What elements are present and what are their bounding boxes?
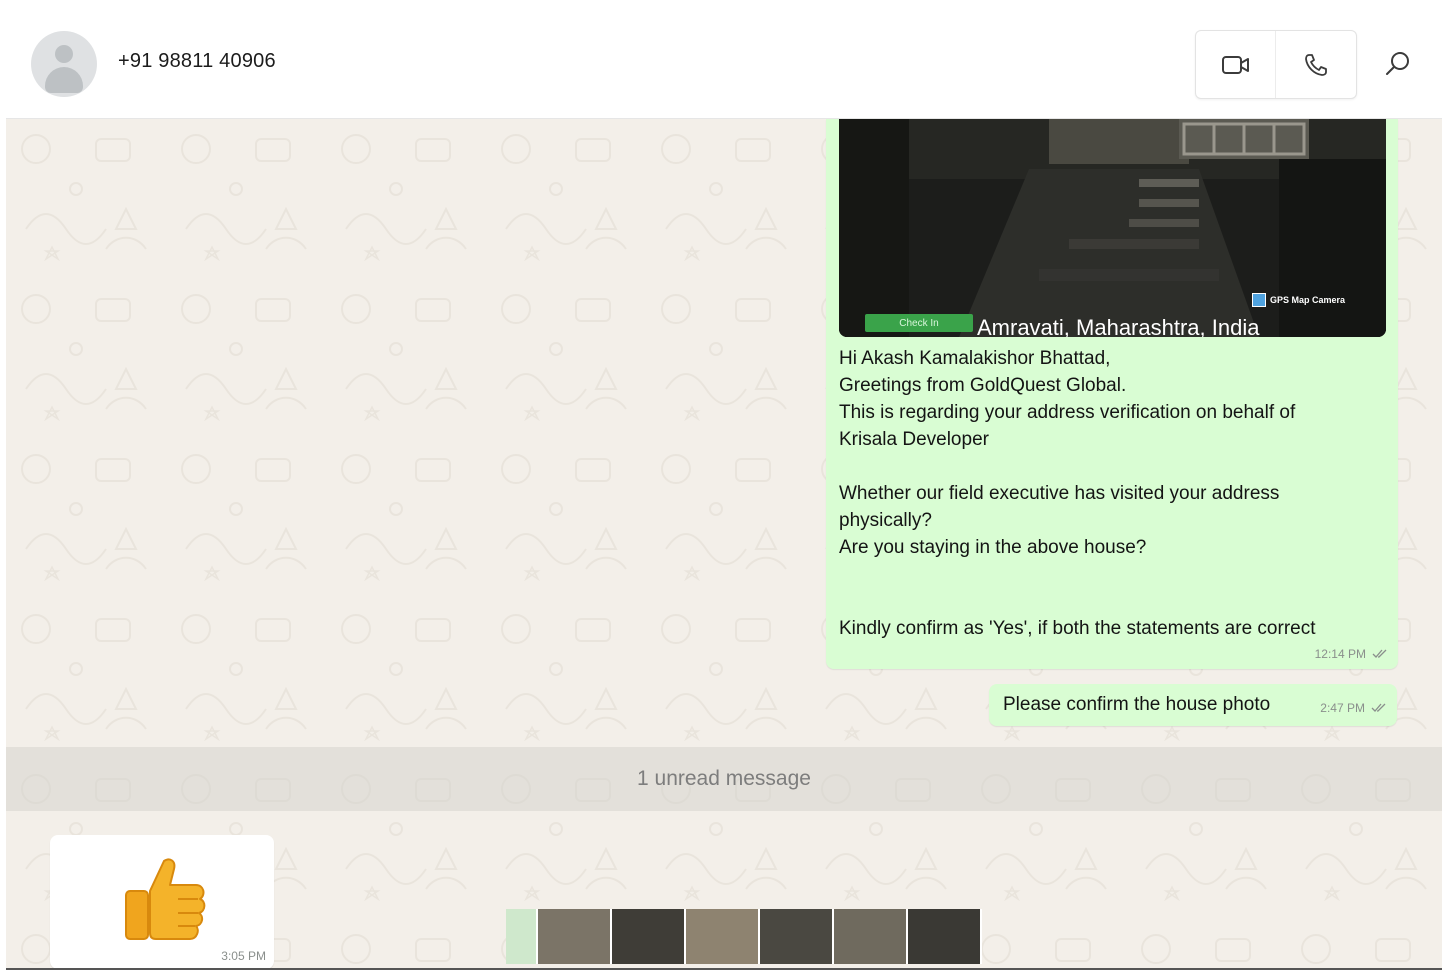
message-line: Whether our field executive has visited … [839, 483, 1280, 504]
check-in-label: Check In [865, 314, 973, 332]
unread-messages-divider: 1 unread message [6, 747, 1442, 811]
chat-window: +91 98811 40906 Check In GPS Map Camera … [6, 8, 1442, 970]
contact-avatar-icon[interactable] [31, 31, 97, 97]
video-camera-icon [1221, 55, 1249, 74]
media-thumbnail[interactable] [506, 909, 538, 964]
double-check-icon [1371, 703, 1386, 712]
outgoing-message-text: Hi Akash Kamalakishor Bhattad, Greetings… [839, 345, 1384, 642]
media-thumbnail[interactable] [908, 909, 982, 964]
message-time: 3:05 PM [221, 949, 266, 963]
outgoing-text-message[interactable]: Please confirm the house photo 2:47 PM [989, 684, 1397, 726]
contact-name[interactable]: +91 98811 40906 [118, 50, 276, 73]
message-time: 2:47 PM [1320, 701, 1365, 715]
gps-map-camera-icon [1252, 293, 1266, 307]
message-time: 12:14 PM [1314, 647, 1366, 661]
chat-header: +91 98811 40906 [6, 8, 1442, 119]
message-line: Greetings from GoldQuest Global. [839, 375, 1127, 396]
media-thumbnail[interactable] [538, 909, 612, 964]
avatar-body-shape [45, 67, 83, 93]
message-meta: 3:05 PM [221, 949, 266, 963]
message-line: This is regarding your address verificat… [839, 402, 1296, 423]
media-thumbnail[interactable] [760, 909, 834, 964]
message-line: Hi Akash Kamalakishor Bhattad, [839, 348, 1111, 369]
message-line: physically? [839, 510, 932, 531]
message-line: Krisala Developer [839, 429, 989, 450]
gps-map-camera-tag: GPS Map Camera [1252, 293, 1345, 307]
thumbs-up-emoji-icon [125, 858, 206, 940]
photo-location-caption: Amravati, Maharashtra, India [977, 315, 1260, 337]
media-thumbnail-strip [506, 909, 982, 964]
double-check-icon [1372, 649, 1387, 658]
message-line: Are you staying in the above house? [839, 537, 1147, 558]
chat-messages-area[interactable]: Check In GPS Map Camera Amravati, Mahara… [6, 119, 1442, 968]
voice-call-button[interactable] [1276, 31, 1355, 98]
media-thumbnail[interactable] [686, 909, 760, 964]
video-call-button[interactable] [1196, 31, 1276, 98]
avatar-head-shape [55, 45, 73, 63]
call-buttons-group [1195, 30, 1357, 99]
gps-map-camera-label: GPS Map Camera [1270, 295, 1346, 305]
phone-icon [1304, 53, 1327, 76]
house-photo[interactable]: Check In GPS Map Camera Amravati, Mahara… [839, 119, 1386, 337]
unread-count-label: 1 unread message [637, 767, 811, 790]
search-button[interactable] [1378, 44, 1418, 84]
message-line: Kindly confirm as 'Yes', if both the sta… [839, 618, 1316, 639]
message-text: Please confirm the house photo [1003, 694, 1271, 715]
search-icon [1386, 52, 1409, 75]
media-thumbnail[interactable] [834, 909, 908, 964]
message-meta: 12:14 PM [1315, 647, 1388, 661]
media-thumbnail[interactable] [612, 909, 686, 964]
outgoing-photo-message[interactable]: Check In GPS Map Camera Amravati, Mahara… [826, 119, 1398, 669]
message-meta: 2:47 PM [1320, 701, 1387, 715]
incoming-emoji-message[interactable]: 3:05 PM [50, 835, 274, 968]
